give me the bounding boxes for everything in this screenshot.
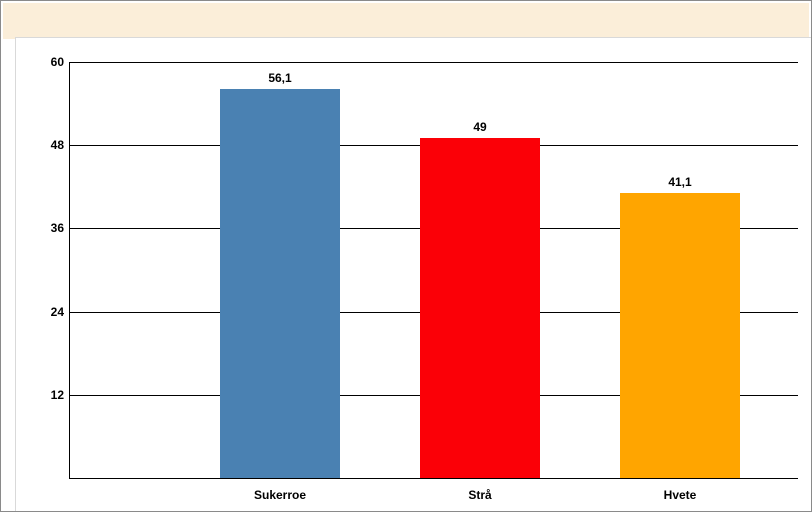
y-tick-label: 12 (51, 388, 70, 402)
y-tick-label: 36 (51, 221, 70, 235)
gridline (70, 62, 798, 63)
bar-value-label: 56,1 (268, 71, 291, 89)
y-tick-label: 60 (51, 55, 70, 69)
x-category-label: Sukerroe (254, 478, 306, 502)
bar: 41,1 (620, 193, 740, 478)
bar-value-label: 49 (473, 120, 486, 138)
bar-value-label: 41,1 (668, 175, 691, 193)
header-band (3, 3, 809, 39)
window-frame: 122436486056,1Sukerroe49Strå41,1Hvete (0, 0, 812, 512)
plot-area: 122436486056,1Sukerroe49Strå41,1Hvete (69, 62, 798, 479)
y-tick-label: 24 (51, 305, 70, 319)
bar: 49 (420, 138, 540, 478)
x-category-label: Strå (468, 478, 491, 502)
x-category-label: Hvete (664, 478, 697, 502)
chart-card: 122436486056,1Sukerroe49Strå41,1Hvete (15, 37, 811, 511)
y-tick-label: 48 (51, 138, 70, 152)
bar: 56,1 (220, 89, 340, 478)
